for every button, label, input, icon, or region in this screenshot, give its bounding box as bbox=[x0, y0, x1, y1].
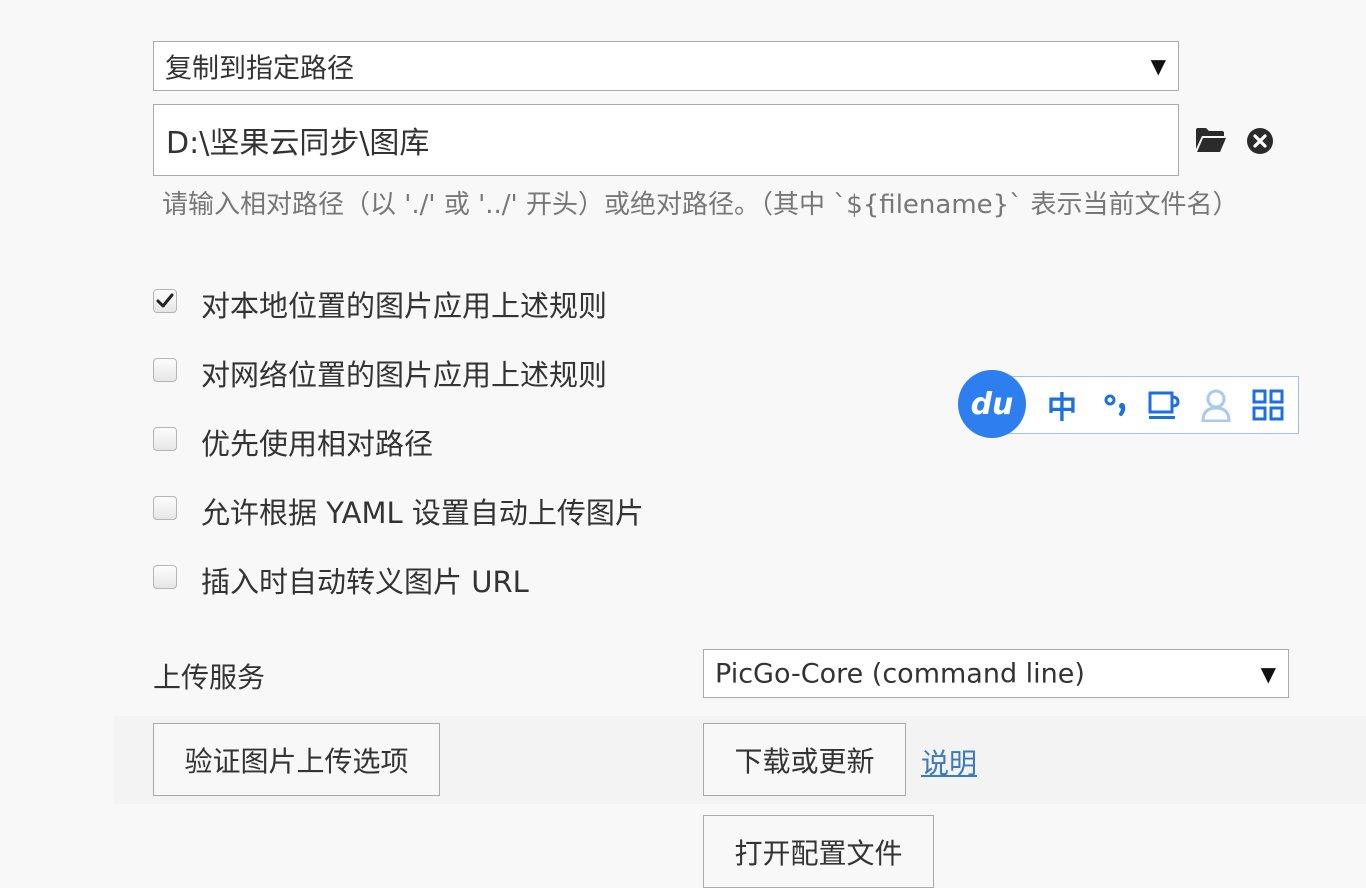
option-label: 对网络位置的图片应用上述规则 bbox=[201, 358, 608, 392]
punctuation-icon[interactable] bbox=[1096, 376, 1136, 434]
close-circle-icon[interactable] bbox=[1246, 127, 1274, 155]
checkbox[interactable] bbox=[153, 427, 177, 451]
grid-menu-icon[interactable] bbox=[1248, 376, 1288, 434]
checkmark-icon bbox=[156, 293, 174, 308]
image-action-select-value: 复制到指定路径 bbox=[165, 53, 354, 85]
option-label: 允许根据 YAML 设置自动上传图片 bbox=[201, 496, 644, 530]
ime-logo[interactable]: du bbox=[958, 370, 1026, 438]
dropdown-arrow-icon: ▼ bbox=[1260, 661, 1276, 686]
option-label: 对本地位置的图片应用上述规则 bbox=[201, 289, 608, 323]
upload-service-select[interactable]: PicGo-Core (command line) ▼ bbox=[703, 649, 1289, 698]
soft-keyboard-icon[interactable] bbox=[1144, 376, 1184, 434]
path-input[interactable]: D:\坚果云同步\图库 bbox=[153, 104, 1179, 176]
path-input-value: D:\坚果云同步\图库 bbox=[166, 126, 430, 161]
option-local-images[interactable]: 对本地位置的图片应用上述规则 bbox=[153, 283, 673, 323]
option-label: 优先使用相对路径 bbox=[201, 427, 434, 461]
checkbox[interactable] bbox=[153, 289, 177, 313]
verify-upload-button[interactable]: 验证图片上传选项 bbox=[153, 723, 440, 796]
ime-toolbar[interactable]: du 中 bbox=[958, 370, 1299, 438]
open-config-button[interactable]: 打开配置文件 bbox=[703, 815, 934, 888]
user-icon[interactable] bbox=[1196, 376, 1236, 434]
image-action-select[interactable]: 复制到指定路径 ▼ bbox=[153, 41, 1179, 91]
option-label: 插入时自动转义图片 URL bbox=[201, 565, 529, 599]
option-escape-url[interactable]: 插入时自动转义图片 URL bbox=[153, 559, 673, 599]
option-network-images[interactable]: 对网络位置的图片应用上述规则 bbox=[153, 352, 673, 392]
checkbox[interactable] bbox=[153, 565, 177, 589]
upload-service-label: 上传服务 bbox=[153, 661, 266, 694]
ime-language-toggle[interactable]: 中 bbox=[1042, 376, 1082, 434]
checkbox[interactable] bbox=[153, 358, 177, 382]
path-hint-text: 请输入相对路径（以 './' 或 '../' 开头）或绝对路径。（其中 `${f… bbox=[162, 190, 1239, 220]
folder-open-icon[interactable] bbox=[1195, 127, 1227, 153]
checkbox[interactable] bbox=[153, 496, 177, 520]
dropdown-arrow-icon: ▼ bbox=[1150, 54, 1166, 78]
help-link[interactable]: 说明 bbox=[921, 742, 977, 782]
option-prefer-relative-path[interactable]: 优先使用相对路径 bbox=[153, 421, 673, 461]
download-update-button[interactable]: 下载或更新 bbox=[703, 723, 906, 796]
option-yaml-auto-upload[interactable]: 允许根据 YAML 设置自动上传图片 bbox=[153, 490, 713, 530]
upload-service-select-value: PicGo-Core (command line) bbox=[715, 658, 1085, 689]
